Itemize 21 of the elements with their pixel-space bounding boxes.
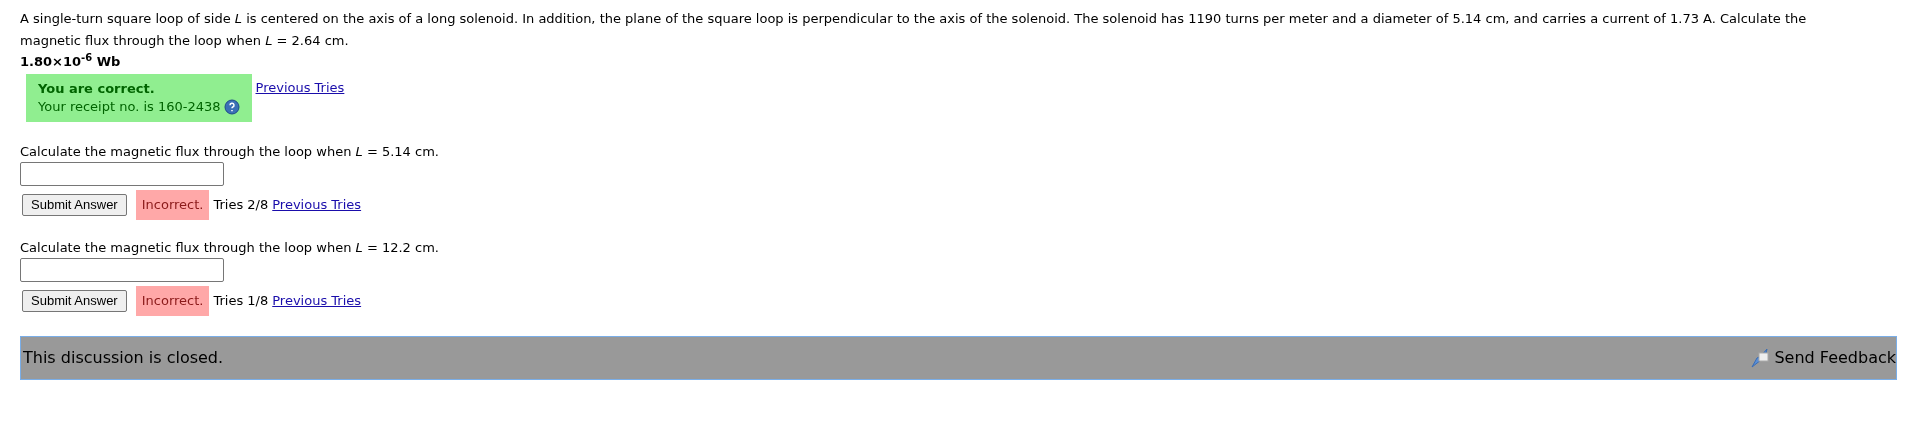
send-feedback-link[interactable]: Send Feedback bbox=[1774, 346, 1896, 370]
help-icon[interactable] bbox=[223, 99, 240, 115]
previous-tries-link[interactable]: Previous Tries bbox=[272, 195, 362, 215]
tries-text: Tries 2/8 bbox=[213, 196, 269, 215]
discussion-closed-text: This discussion is closed. bbox=[23, 347, 224, 369]
submit-button[interactable]: Submit Answer bbox=[22, 290, 127, 312]
status-label: Incorrect. bbox=[135, 190, 210, 220]
previous-tries-link[interactable]: Previous Tries bbox=[255, 78, 345, 98]
submit-button[interactable]: Submit Answer bbox=[22, 194, 127, 216]
feedback-title: You are correct. bbox=[38, 80, 156, 98]
answer-text: 1.80×10$^{-6}$ Wb bbox=[20, 54, 121, 69]
answer-field[interactable] bbox=[20, 258, 224, 282]
question-text: Calculate the magnetic flux through the loop when L = 5.14 cm. bbox=[20, 144, 439, 159]
problem-text: A single-turn square loop of side L is centered on the axis of a long solenoid. In addition, the plane of the square loop is perpendicular to the axis of the solenoid. The solenoid has 1190 turns per meter and a diameter of 5.14 cm, and carries a current of 1.73 A. Calculate the magnetic flux through the loop when L = 2.64 cm. bbox=[20, 11, 1807, 48]
answer-field[interactable] bbox=[20, 162, 224, 186]
previous-tries-link[interactable]: Previous Tries bbox=[272, 291, 362, 311]
question-text: Calculate the magnetic flux through the loop when L = 12.2 cm. bbox=[20, 240, 439, 255]
tries-text: Tries 1/8 bbox=[213, 292, 269, 311]
status-label: Incorrect. bbox=[135, 286, 210, 316]
feedback-icon[interactable] bbox=[1749, 347, 1772, 369]
receipt-text: Your receipt no. is 160-2438 bbox=[38, 98, 221, 116]
